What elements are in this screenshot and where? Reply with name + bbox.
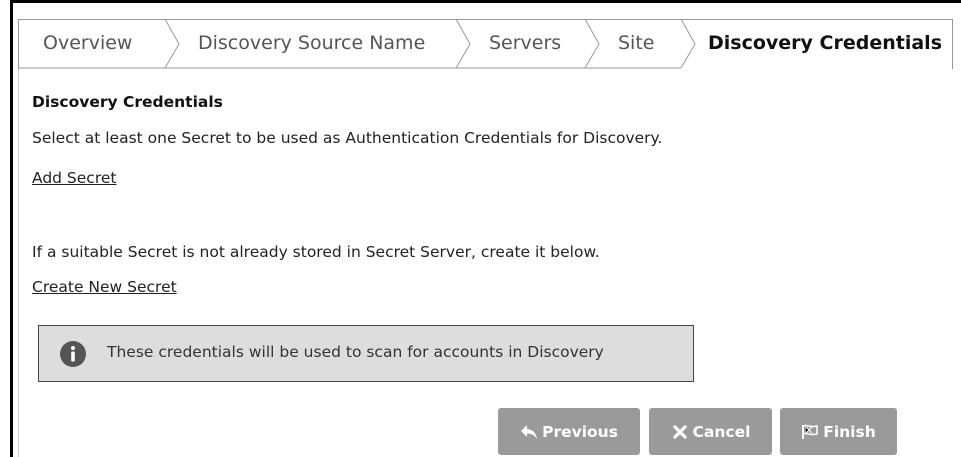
window-border-top bbox=[10, 0, 961, 3]
info-banner: These credentials will be used to scan f… bbox=[38, 325, 694, 382]
create-hint-text: If a suitable Secret is not already stor… bbox=[32, 243, 600, 261]
wizard-steps: Overview Discovery Source Name Servers S… bbox=[18, 19, 961, 69]
previous-button[interactable]: Previous bbox=[498, 408, 640, 455]
reply-arrow-icon bbox=[521, 424, 538, 439]
cancel-button[interactable]: Cancel bbox=[649, 408, 772, 455]
info-icon bbox=[60, 341, 86, 367]
panel-border-left bbox=[18, 69, 19, 457]
tab-discovery-credentials[interactable]: Discovery Credentials bbox=[708, 32, 942, 54]
finish-button[interactable]: Finish bbox=[780, 408, 897, 455]
finish-label: Finish bbox=[823, 422, 876, 441]
add-secret-link[interactable]: Add Secret bbox=[32, 169, 116, 187]
window-border-left bbox=[10, 0, 13, 457]
info-text: These credentials will be used to scan f… bbox=[107, 343, 604, 361]
tab-servers[interactable]: Servers bbox=[489, 32, 561, 54]
cancel-label: Cancel bbox=[692, 422, 751, 441]
checkered-flag-icon bbox=[802, 424, 818, 439]
tab-discovery-source-name[interactable]: Discovery Source Name bbox=[198, 32, 425, 54]
previous-label: Previous bbox=[542, 422, 618, 441]
section-heading: Discovery Credentials bbox=[32, 93, 223, 111]
create-new-secret-link[interactable]: Create New Secret bbox=[32, 278, 177, 296]
tab-overview[interactable]: Overview bbox=[43, 32, 132, 54]
instruction-text: Select at least one Secret to be used as… bbox=[32, 129, 663, 147]
close-icon bbox=[672, 424, 687, 439]
tab-site[interactable]: Site bbox=[618, 32, 654, 54]
